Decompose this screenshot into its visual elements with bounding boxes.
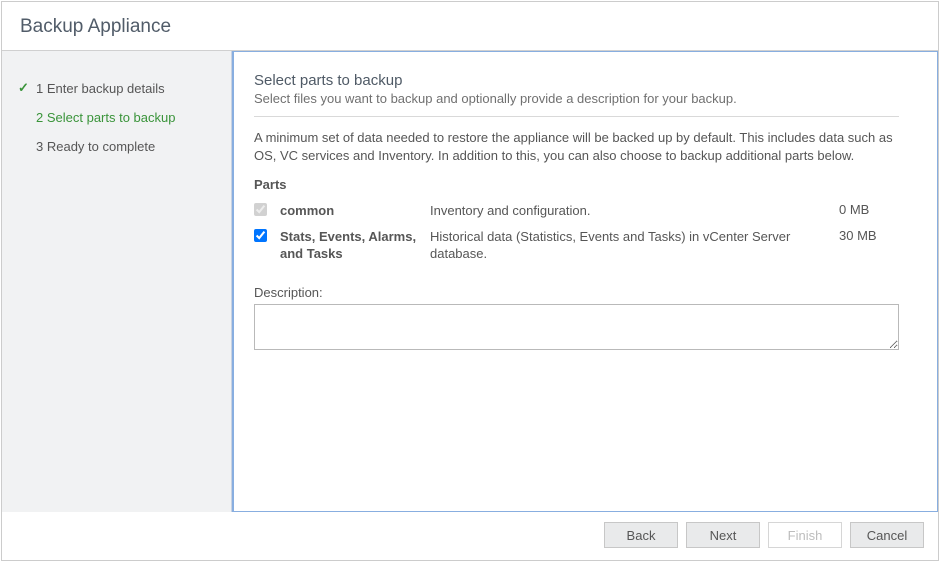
wizard-step-1[interactable]: ✓ 1 Enter backup details xyxy=(2,73,231,103)
description-label: Description: xyxy=(254,285,899,300)
section-title: Select parts to backup xyxy=(254,72,899,89)
section-subtitle: Select files you want to backup and opti… xyxy=(254,91,899,117)
parts-heading: Parts xyxy=(254,177,899,192)
part-row: commonInventory and configuration.0 MB xyxy=(254,198,899,224)
dialog-body: ✓ 1 Enter backup details 2 Select parts to… xyxy=(2,51,938,512)
part-checkbox-cell xyxy=(254,228,280,245)
back-button[interactable]: Back xyxy=(604,522,678,548)
part-checkbox[interactable] xyxy=(254,229,267,242)
checkmark-icon: ✓ xyxy=(18,80,32,96)
description-textarea[interactable] xyxy=(254,304,899,350)
wizard-step-label: 2 Select parts to backup xyxy=(36,110,175,125)
wizard-step-label: 3 Ready to complete xyxy=(36,139,155,154)
part-checkbox xyxy=(254,203,267,216)
wizard-steps-sidebar: ✓ 1 Enter backup details 2 Select parts to… xyxy=(2,51,232,512)
wizard-step-label: 1 Enter backup details xyxy=(36,81,165,96)
part-name: common xyxy=(280,202,430,220)
wizard-content: Select parts to backup Select files you … xyxy=(232,51,938,512)
dialog-title: Backup Appliance xyxy=(20,16,920,38)
part-name: Stats, Events, Alarms, and Tasks xyxy=(280,228,430,263)
info-text: A minimum set of data needed to restore … xyxy=(254,129,899,165)
next-button[interactable]: Next xyxy=(686,522,760,548)
dialog-footer: Back Next Finish Cancel xyxy=(2,512,938,560)
part-description: Historical data (Statistics, Events and … xyxy=(430,228,839,263)
wizard-step-2[interactable]: 2 Select parts to backup xyxy=(2,103,231,132)
parts-table: commonInventory and configuration.0 MBSt… xyxy=(254,198,899,267)
dialog-header: Backup Appliance xyxy=(2,2,938,51)
wizard-step-3[interactable]: 3 Ready to complete xyxy=(2,132,231,161)
finish-button: Finish xyxy=(768,522,842,548)
part-row: Stats, Events, Alarms, and TasksHistoric… xyxy=(254,224,899,267)
part-size: 30 MB xyxy=(839,228,899,243)
backup-wizard-dialog: Backup Appliance ✓ 1 Enter backup details… xyxy=(1,1,939,561)
part-description: Inventory and configuration. xyxy=(430,202,839,220)
part-checkbox-cell xyxy=(254,202,280,219)
cancel-button[interactable]: Cancel xyxy=(850,522,924,548)
part-size: 0 MB xyxy=(839,202,899,217)
